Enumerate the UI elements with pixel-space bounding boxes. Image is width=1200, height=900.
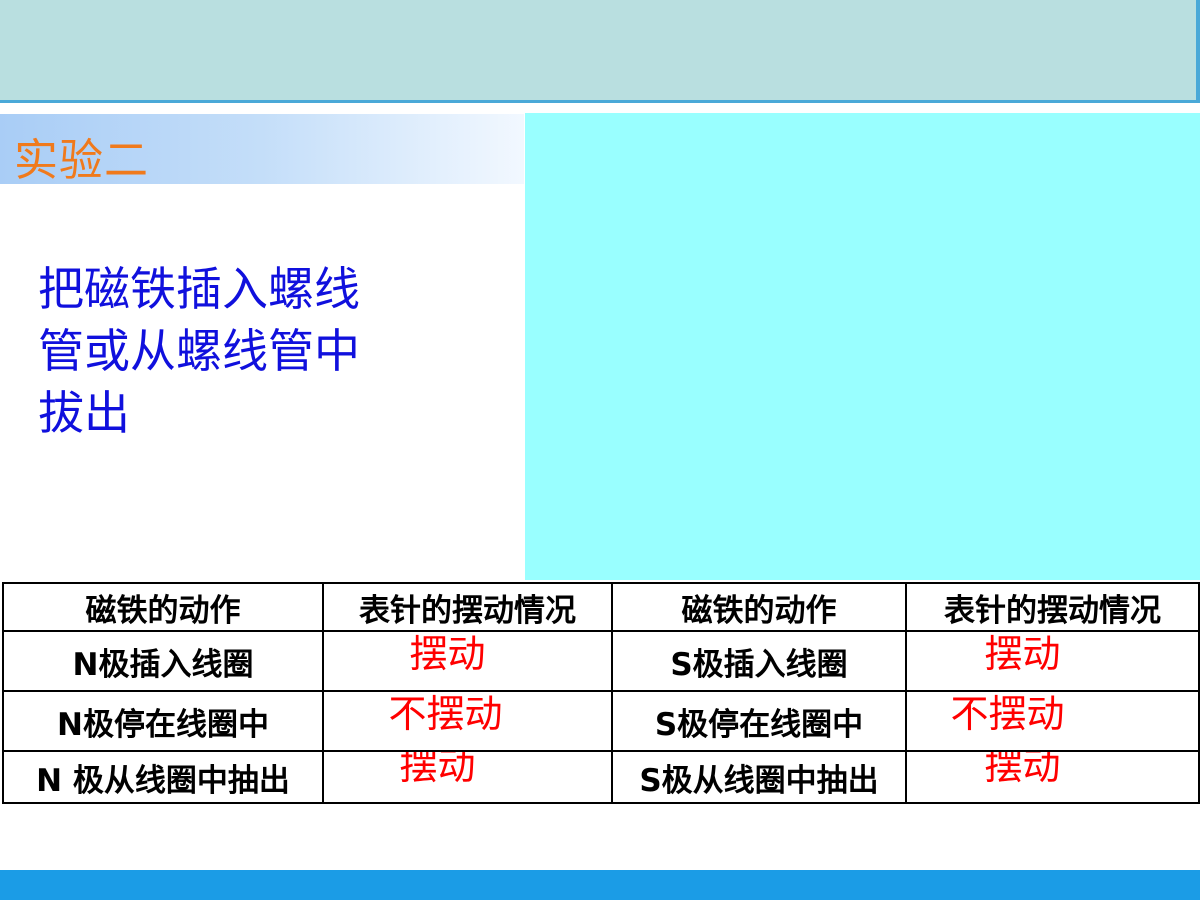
- bottom-banner: [0, 870, 1200, 900]
- observation-table: 磁铁的动作 表针的摆动情况 磁铁的动作 表针的摆动情况 N极插入线圈 摆动 S极…: [2, 582, 1200, 804]
- description-line: 管或从螺线管中: [38, 324, 360, 378]
- image-placeholder-panel: [525, 113, 1200, 580]
- table-row: N 极从线圈中抽出 摆动 S极从线圈中抽出 摆动: [2, 750, 1200, 804]
- header-magnet-action: 磁铁的动作: [611, 582, 907, 632]
- table-header-row: 磁铁的动作 表针的摆动情况 磁铁的动作 表针的摆动情况: [2, 582, 1200, 632]
- table-row: N极插入线圈 摆动 S极插入线圈 摆动: [2, 630, 1200, 692]
- description-line: 把磁铁插入螺线: [38, 262, 360, 316]
- cell-result: 摆动: [322, 630, 613, 692]
- cell-action: S极插入线圈: [611, 630, 907, 692]
- top-banner: [0, 0, 1200, 103]
- cell-action: N极插入线圈: [2, 630, 324, 692]
- cell-action: N极停在线圈中: [2, 690, 324, 752]
- cell-action: S极停在线圈中: [611, 690, 907, 752]
- slide-title: 实验二: [14, 135, 149, 186]
- cell-result: 不摆动: [322, 690, 613, 752]
- cell-result: 摆动: [905, 750, 1200, 804]
- cell-result: 摆动: [322, 750, 613, 804]
- header-needle-swing: 表针的摆动情况: [905, 582, 1200, 632]
- description-line: 拔出: [38, 386, 130, 440]
- cell-action: S极从线圈中抽出: [611, 750, 907, 804]
- experiment-description: 把磁铁插入螺线 管或从螺线管中 拔出: [38, 258, 418, 444]
- cell-action: N 极从线圈中抽出: [2, 750, 324, 804]
- cell-result: 不摆动: [905, 690, 1200, 752]
- header-magnet-action: 磁铁的动作: [2, 582, 324, 632]
- table-row: N极停在线圈中 不摆动 S极停在线圈中 不摆动: [2, 690, 1200, 752]
- cell-result: 摆动: [905, 630, 1200, 692]
- header-needle-swing: 表针的摆动情况: [322, 582, 613, 632]
